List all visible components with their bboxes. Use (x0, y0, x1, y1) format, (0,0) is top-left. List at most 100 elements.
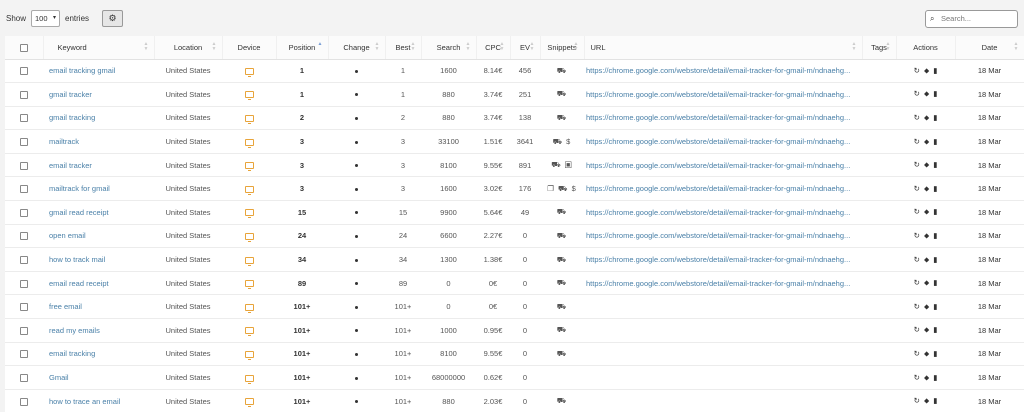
trash-icon[interactable]: ▮ (933, 137, 937, 146)
tag-icon[interactable]: ⬥ (924, 160, 929, 169)
tag-icon[interactable]: ⬥ (924, 349, 929, 358)
row-select-cell[interactable] (5, 59, 43, 84)
row-checkbox[interactable] (20, 397, 28, 406)
refresh-icon[interactable]: ↻ (914, 137, 920, 146)
table-row[interactable]: Gmail United States 101+ 101+ 68000000 0.62€ 0… (5, 365, 1024, 390)
row-select-cell[interactable] (5, 389, 43, 412)
refresh-icon[interactable]: ↻ (914, 89, 920, 98)
table-row[interactable]: free email United States 101+ 101+ 0 0€ 0 ⛟ ↻ ⬥ ▮ 1… (5, 294, 1024, 320)
row-checkbox[interactable] (20, 232, 28, 241)
keyword-link[interactable]: email tracking gmail (43, 59, 154, 84)
column-header-tags[interactable]: Tags ▲ ▼ (862, 36, 897, 60)
row-select-cell[interactable] (5, 224, 43, 249)
row-select-cell[interactable] (5, 247, 43, 272)
tag-icon[interactable]: ⬥ (924, 89, 929, 98)
column-header-snippets[interactable]: Snippets ▲ ▼ (540, 36, 585, 60)
table-row[interactable]: read my emails United States 101+ 101+ 1000 0… (5, 318, 1024, 343)
search-input[interactable]: ⌕ Search... (925, 10, 1018, 28)
table-row[interactable]: how to trace an email United States 101+ 10… (5, 389, 1024, 412)
keyword-link[interactable]: gmail tracking (43, 106, 154, 131)
keyword-link[interactable]: free email (43, 294, 154, 320)
row-checkbox[interactable] (20, 185, 28, 194)
url-link[interactable] (584, 318, 862, 343)
row-select-cell[interactable] (5, 271, 43, 296)
keyword-link[interactable]: open email (43, 224, 154, 249)
tag-icon[interactable]: ⬥ (924, 396, 929, 405)
table-row[interactable]: gmail read receipt United States 15 15 9900 5… (5, 200, 1024, 225)
row-select-cell[interactable] (5, 365, 43, 390)
refresh-icon[interactable]: ↻ (914, 349, 920, 358)
row-checkbox[interactable] (20, 374, 28, 383)
tag-icon[interactable]: ⬥ (924, 66, 929, 75)
keyword-link[interactable]: mailtrack for gmail (43, 176, 154, 202)
url-link[interactable]: https://chrome.google.com/webstore/detai… (584, 176, 862, 202)
url-link[interactable]: https://chrome.google.com/webstore/detai… (584, 129, 862, 154)
url-link[interactable] (584, 294, 862, 320)
row-checkbox[interactable] (20, 208, 28, 217)
tag-icon[interactable]: ⬥ (924, 302, 929, 311)
trash-icon[interactable]: ▮ (933, 278, 937, 287)
table-row[interactable]: gmail tracking United States 2 2 880 3.74€ 138… (5, 106, 1024, 131)
trash-icon[interactable]: ▮ (933, 66, 937, 75)
refresh-icon[interactable]: ↻ (914, 255, 920, 264)
column-header-ev[interactable]: EV ▲ ▼ (510, 36, 541, 60)
refresh-icon[interactable]: ↻ (914, 373, 920, 382)
trash-icon[interactable]: ▮ (933, 160, 937, 169)
keyword-link[interactable]: how to trace an email (43, 389, 154, 412)
keyword-link[interactable]: email tracker (43, 153, 154, 178)
row-checkbox[interactable] (20, 350, 28, 359)
row-checkbox[interactable] (20, 256, 28, 265)
row-select-cell[interactable] (5, 342, 43, 367)
keyword-link[interactable]: how to track mail (43, 247, 154, 272)
row-checkbox[interactable] (20, 303, 28, 312)
select-all-checkbox[interactable] (19, 43, 28, 52)
trash-icon[interactable]: ▮ (933, 325, 937, 334)
tag-icon[interactable]: ⬥ (924, 137, 929, 146)
table-row[interactable]: open email United States 24 24 6600 2.27€ 0 ⛟ ht… (5, 224, 1024, 249)
table-row[interactable]: mailtrack United States 3 3 33100 1.51€ 3641 ⛟ … (5, 129, 1024, 154)
column-header-position[interactable]: Position ▲ (276, 36, 329, 60)
entries-select[interactable]: 100 ▾ (31, 10, 60, 27)
column-header-keyword[interactable]: Keyword ▲ ▼ (43, 36, 155, 60)
tag-icon[interactable]: ⬥ (924, 278, 929, 287)
keyword-link[interactable]: email tracking (43, 342, 154, 367)
column-header-url[interactable]: URL ▲ ▼ (584, 36, 863, 60)
trash-icon[interactable]: ▮ (933, 373, 937, 382)
url-link[interactable]: https://chrome.google.com/webstore/detai… (584, 247, 862, 272)
trash-icon[interactable]: ▮ (933, 255, 937, 264)
row-checkbox[interactable] (20, 138, 28, 147)
refresh-icon[interactable]: ↻ (914, 184, 920, 193)
tag-icon[interactable]: ⬥ (924, 113, 929, 122)
keyword-link[interactable]: gmail tracker (43, 82, 154, 107)
column-header-location[interactable]: Location ▲ ▼ (154, 36, 223, 60)
tag-icon[interactable]: ⬥ (924, 255, 929, 264)
settings-button[interactable]: ⚙ (102, 10, 123, 27)
trash-icon[interactable]: ▮ (933, 231, 937, 240)
row-select-cell[interactable] (5, 129, 43, 154)
column-header-device[interactable]: Device (222, 36, 277, 60)
url-link[interactable]: https://chrome.google.com/webstore/detai… (584, 59, 862, 84)
table-row[interactable]: email read receipt United States 89 89 0 0€ 0 ⛟… (5, 271, 1024, 296)
tag-icon[interactable]: ⬥ (924, 325, 929, 334)
column-header-cpc[interactable]: CPC ▲ ▼ (476, 36, 511, 60)
url-link[interactable]: https://chrome.google.com/webstore/detai… (584, 106, 862, 131)
keyword-link[interactable]: email read receipt (43, 271, 154, 296)
url-link[interactable] (584, 342, 862, 367)
url-link[interactable]: https://chrome.google.com/webstore/detai… (584, 82, 862, 107)
trash-icon[interactable]: ▮ (933, 207, 937, 216)
table-row[interactable]: email tracking United States 101+ 101+ 8100 9… (5, 342, 1024, 367)
row-select-cell[interactable] (5, 106, 43, 131)
table-row[interactable]: mailtrack for gmail United States 3 3 1600 3.… (5, 176, 1024, 202)
row-select-cell[interactable] (5, 153, 43, 178)
refresh-icon[interactable]: ↻ (914, 66, 920, 75)
trash-icon[interactable]: ▮ (933, 349, 937, 358)
row-checkbox[interactable] (20, 326, 28, 335)
select-all-header[interactable] (5, 36, 44, 60)
keyword-link[interactable]: mailtrack (43, 129, 154, 154)
url-link[interactable]: https://chrome.google.com/webstore/detai… (584, 200, 862, 225)
row-checkbox[interactable] (20, 161, 28, 170)
url-link[interactable] (584, 389, 862, 412)
trash-icon[interactable]: ▮ (933, 302, 937, 311)
url-link[interactable]: https://chrome.google.com/webstore/detai… (584, 153, 862, 178)
url-link[interactable]: https://chrome.google.com/webstore/detai… (584, 271, 862, 296)
